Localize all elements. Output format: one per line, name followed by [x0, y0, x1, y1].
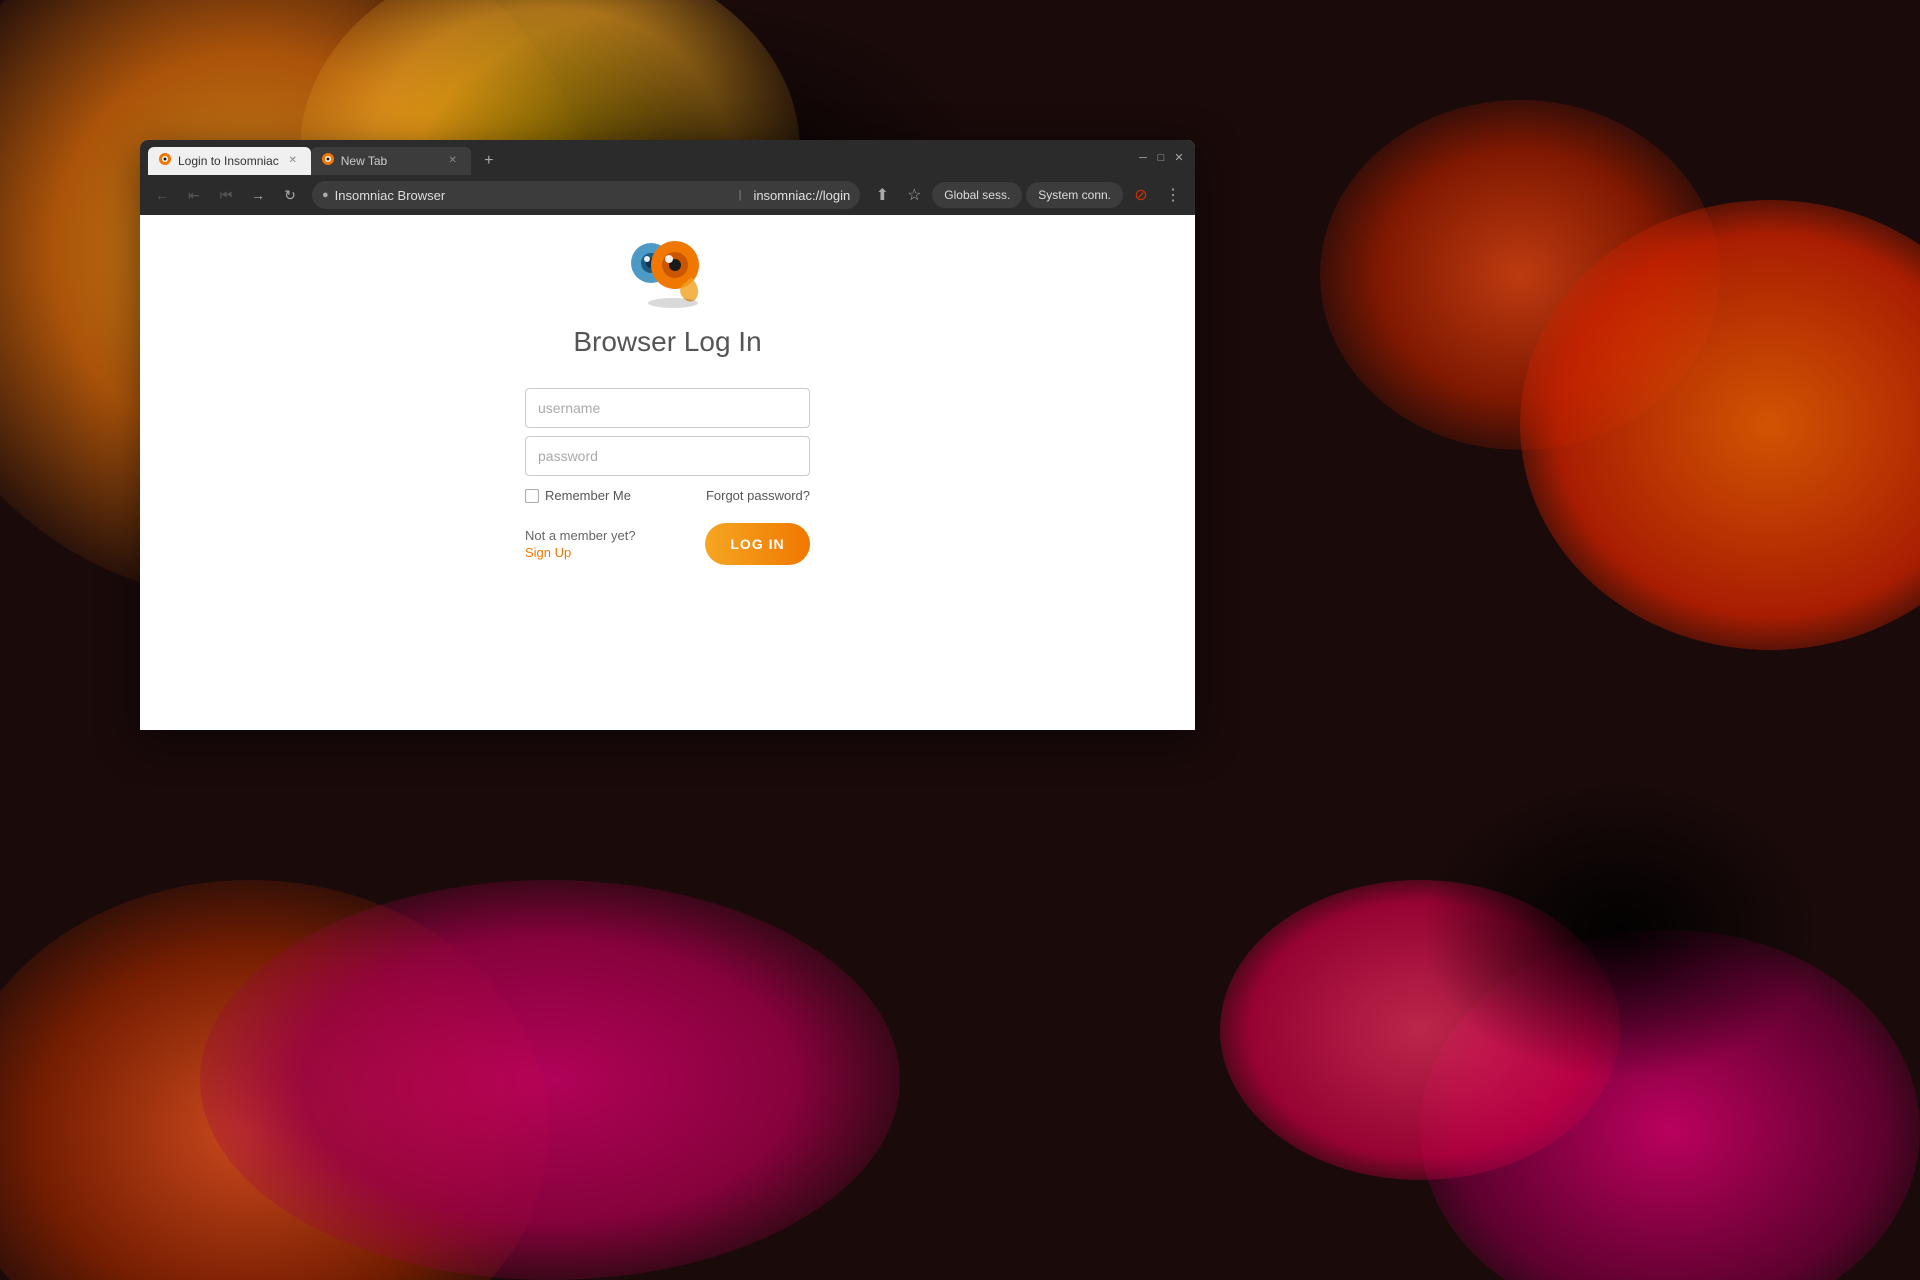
- signup-link[interactable]: Sign Up: [525, 545, 636, 560]
- tab-new-tab-label: New Tab: [341, 154, 439, 168]
- form-bottom-row: Not a member yet? Sign Up LOG IN: [525, 523, 810, 565]
- close-button[interactable]: ✕: [1171, 150, 1187, 166]
- back-skip-button[interactable]: ⇤: [180, 181, 208, 209]
- block-button[interactable]: ⊘: [1127, 181, 1155, 209]
- bookmark-button[interactable]: ☆: [900, 181, 928, 209]
- desktop: Login to Insomniac ✕ New Tab ✕: [0, 0, 1920, 1280]
- address-separator: |: [733, 189, 748, 201]
- logo-area: [623, 235, 713, 310]
- forward-button[interactable]: →: [244, 181, 272, 209]
- page-title: Browser Log In: [573, 326, 761, 358]
- not-member-area: Not a member yet? Sign Up: [525, 528, 636, 560]
- menu-button[interactable]: ⋮: [1159, 181, 1187, 209]
- tab-login-label: Login to Insomniac: [178, 154, 279, 168]
- minimize-button[interactable]: ─: [1135, 150, 1151, 166]
- remember-me-checkbox[interactable]: [525, 489, 539, 503]
- window-controls: ─ □ ✕: [1135, 150, 1187, 166]
- secure-icon: ●: [322, 189, 329, 201]
- form-options-row: Remember Me Forgot password?: [525, 488, 810, 503]
- bg-decoration: [200, 880, 900, 1280]
- tab-favicon-login: [158, 152, 172, 169]
- system-conn-button[interactable]: System conn.: [1026, 182, 1123, 208]
- address-prefix: Insomniac Browser: [335, 188, 727, 203]
- address-url: insomniac://login: [753, 188, 850, 203]
- tabs-area: Login to Insomniac ✕ New Tab ✕: [148, 141, 1127, 175]
- address-bar[interactable]: ● Insomniac Browser | insomniac://login: [312, 181, 860, 209]
- tab-favicon-newtab: [321, 152, 335, 169]
- login-form: Remember Me Forgot password? Not a membe…: [525, 388, 810, 565]
- insomniac-logo: [623, 235, 713, 310]
- page-content: Browser Log In Remember Me Forgot passwo…: [140, 215, 1195, 730]
- browser-window: Login to Insomniac ✕ New Tab ✕: [140, 140, 1195, 730]
- tab-close-login[interactable]: ✕: [285, 153, 301, 169]
- title-bar: Login to Insomniac ✕ New Tab ✕: [140, 140, 1195, 175]
- nav-bar: ← ⇤ ⏮ → ↻ ● Insomniac Browser | insomnia…: [140, 175, 1195, 215]
- not-member-text: Not a member yet?: [525, 528, 636, 543]
- username-input[interactable]: [525, 388, 810, 428]
- password-input[interactable]: [525, 436, 810, 476]
- tab-close-newtab[interactable]: ✕: [445, 153, 461, 169]
- new-tab-button[interactable]: +: [475, 147, 503, 175]
- tab-login[interactable]: Login to Insomniac ✕: [148, 147, 311, 175]
- skip-back-button[interactable]: ⏮: [212, 181, 240, 209]
- forgot-password-link[interactable]: Forgot password?: [706, 488, 810, 503]
- global-session-button[interactable]: Global sess.: [932, 182, 1022, 208]
- share-button[interactable]: ⬆: [868, 181, 896, 209]
- maximize-button[interactable]: □: [1153, 150, 1169, 166]
- bg-decoration: [1420, 780, 1820, 1080]
- tab-new-tab[interactable]: New Tab ✕: [311, 147, 471, 175]
- login-button[interactable]: LOG IN: [705, 523, 810, 565]
- back-button[interactable]: ←: [148, 181, 176, 209]
- remember-me-label[interactable]: Remember Me: [525, 488, 631, 503]
- refresh-button[interactable]: ↻: [276, 181, 304, 209]
